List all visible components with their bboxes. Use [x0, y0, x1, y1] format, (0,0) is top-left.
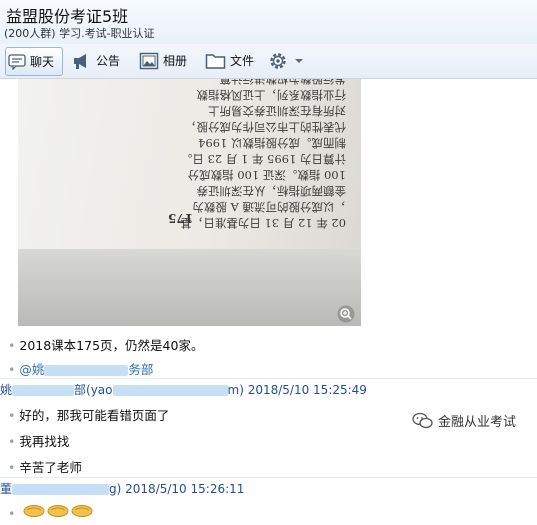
clapping-hands-emoji	[71, 505, 93, 517]
chevron-down-icon[interactable]	[294, 57, 304, 65]
mention-link[interactable]: @姚 务部	[19, 362, 153, 377]
clapping-hands-emoji	[47, 505, 69, 517]
group-title: 益盟股份考证5班	[6, 7, 129, 26]
photo-line: 发行股数为权数进行计算。	[208, 79, 346, 86]
photo-album-icon	[139, 52, 159, 69]
photo-line: 制而成。成分股指数以 1994	[198, 136, 346, 150]
tab-announcement-label: 公告	[96, 54, 121, 68]
tab-chat-label: 聊天	[30, 55, 55, 69]
sender-line[interactable]: 姚部(yao m) 2018/5/10 15:25:49	[0, 381, 367, 398]
gear-icon	[270, 52, 286, 69]
sender-account: 部(yao	[74, 383, 113, 397]
photo-line: ，以成分股的可流通 A 股数为	[192, 200, 346, 214]
settings-button[interactable]	[268, 47, 308, 74]
photo-line: 100 指数。深证 100 指数成分	[187, 168, 346, 182]
sender-name[interactable]: 董	[0, 482, 12, 496]
group-subtitle: (200人群) 学习.考试-职业认证	[4, 27, 155, 40]
tab-files[interactable]: 文件	[205, 47, 254, 74]
tab-album-label: 相册	[163, 54, 188, 68]
message-text: • 辛苦了老师	[8, 460, 82, 475]
sender-line[interactable]: 董 g) 2018/5/10 15:26:11	[0, 480, 244, 497]
message-text: • 好的，那我可能看错页面了	[8, 408, 170, 423]
watermark-label: 金融从业考试	[438, 415, 517, 430]
clapping-hands-emoji	[23, 505, 45, 517]
emoji-message: •	[8, 502, 95, 521]
announcement-icon	[74, 53, 86, 69]
folder-icon	[205, 53, 226, 69]
book-page-photo[interactable]: 02 年 12 月 31 日为基准日，基 ，以成分股的可流通 A 股数为 金额两…	[18, 79, 361, 326]
chat-icon	[8, 53, 26, 70]
photo-line: 对所有在深圳证券交易所上	[208, 104, 346, 118]
photo-page-number: 175	[168, 211, 194, 225]
chat-message-area[interactable]: 02 年 12 月 31 日为基准日，基 ，以成分股的可流通 A 股数为 金额两…	[0, 79, 537, 525]
photo-line: 02 年 12 月 31 日为基准日，基	[180, 216, 346, 230]
tab-announcement[interactable]: 公告	[72, 47, 120, 74]
message-timestamp: 2018/5/10 15:26:11	[125, 482, 245, 496]
photo-line: 行业指数系列，上证风格指数	[196, 88, 347, 102]
photo-text: 02 年 12 月 31 日为基准日，基 ，以成分股的可流通 A 股数为 金额两…	[66, 79, 346, 231]
divider	[0, 378, 537, 379]
message-mention: • @姚 务部	[8, 362, 154, 377]
photo-page-edge	[18, 249, 361, 326]
sender-name[interactable]: 姚	[0, 383, 12, 397]
wechat-icon	[412, 412, 433, 428]
group-toolbar: 聊天 公告 相册 文件	[0, 44, 537, 79]
divider	[0, 477, 537, 478]
message-text: • 我再找找	[8, 434, 70, 449]
photo-line: 代表性的上市公司作为成分股，	[185, 120, 346, 134]
tab-files-label: 文件	[230, 54, 255, 68]
wechat-watermark: 金融从业考试	[412, 411, 516, 430]
message-text: • 2018课本175页，仍然是40家。	[8, 338, 204, 353]
tab-album[interactable]: 相册	[139, 47, 187, 74]
tab-chat[interactable]: 聊天	[5, 47, 63, 76]
zoom-in-icon[interactable]	[337, 305, 355, 323]
group-header: 益盟股份考证5班 (200人群) 学习.考试-职业认证	[0, 0, 537, 44]
photo-line: 计算日为 1995 年 1 月 23 日。	[180, 152, 346, 166]
message-timestamp: 2018/5/10 15:25:49	[247, 383, 367, 397]
photo-line: 金额两项指标，从在深圳证券	[196, 184, 347, 198]
